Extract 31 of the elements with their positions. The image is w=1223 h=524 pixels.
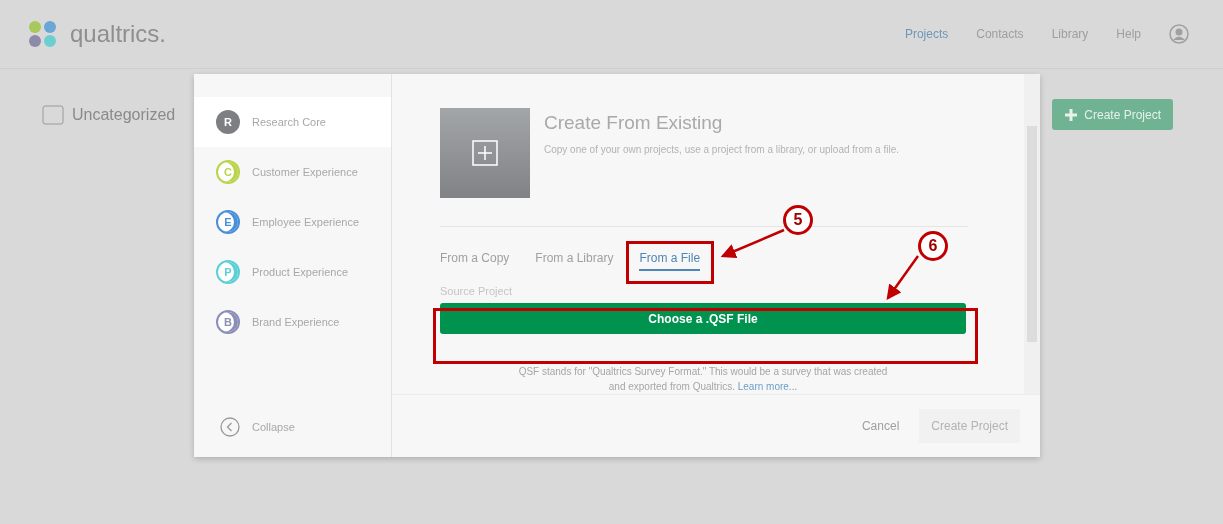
dialog-title: Create From Existing [544, 112, 724, 134]
annotation-arrow [720, 228, 785, 258]
dialog-description: Copy one of your own projects, use a project from a library, or upload from a file. [544, 144, 899, 155]
tab[interactable]: From a File [639, 251, 701, 271]
chevron-left-icon [220, 417, 240, 437]
cancel-button[interactable]: Cancel [855, 418, 906, 434]
logo-text: qualtrics. [70, 20, 167, 48]
nav-link[interactable]: Contacts [976, 27, 1024, 41]
logo-icon [28, 20, 58, 48]
folder-label: Uncategorized [72, 105, 176, 124]
folder-icon [42, 104, 64, 125]
sidebar-item[interactable]: P Product Experience [194, 247, 391, 297]
help-text: QSF stands for "Qualtrics Survey Format." This would be a survey that was created and exported from Qualtrics. Learn more... [518, 365, 888, 394]
scrollbar[interactable] [1024, 74, 1040, 394]
annotation-arrow [886, 255, 919, 301]
sidebar-item[interactable]: R Research Core [194, 97, 391, 147]
choose-file-button[interactable]: Choose a .QSF File [440, 303, 966, 334]
tab[interactable]: From a Library [535, 251, 614, 271]
tab[interactable]: From a Copy [440, 251, 510, 271]
nav-link[interactable]: Library [1051, 27, 1089, 41]
nav-link[interactable]: Projects [904, 27, 949, 41]
learn-more-link[interactable]: Learn more... [737, 381, 798, 392]
collapse-button[interactable]: Collapse [194, 417, 391, 437]
sidebar-item[interactable]: B Brand Experience [194, 297, 391, 347]
sidebar-item[interactable]: E Employee Experience [194, 197, 391, 247]
plus-icon [1064, 107, 1079, 122]
nav-link[interactable]: Help [1116, 27, 1141, 41]
create-project-button[interactable]: Create Project [1052, 99, 1173, 130]
sidebar-item[interactable]: C Customer Experience [194, 147, 391, 197]
user-avatar-icon[interactable] [1169, 24, 1189, 44]
plus-square-icon [472, 140, 498, 166]
